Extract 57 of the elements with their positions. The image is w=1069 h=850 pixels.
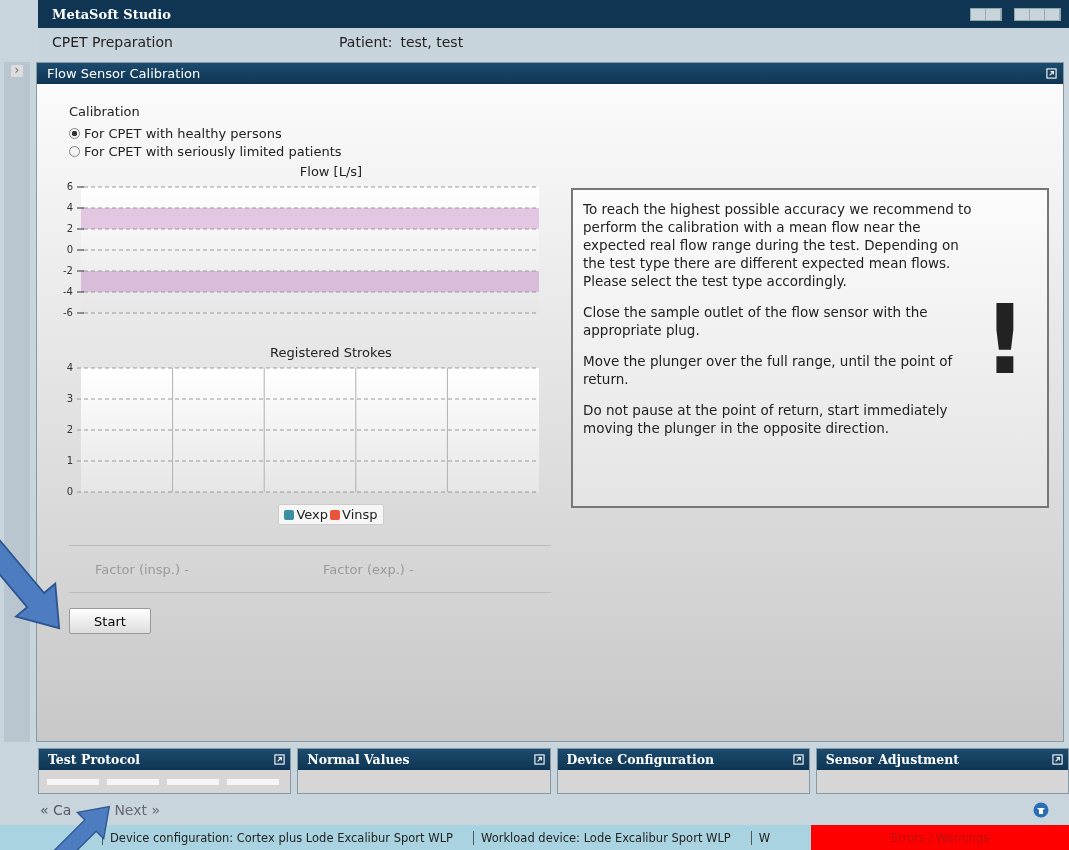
legend-label: Vinsp: [342, 507, 378, 522]
panel-title: Flow Sensor Calibration: [47, 66, 201, 81]
chart-title: Registered Strokes: [270, 345, 392, 360]
collapsed-panel[interactable]: Device Configuration: [556, 748, 810, 794]
collapsed-panel[interactable]: Sensor Adjustment: [815, 748, 1069, 794]
step-bar: [167, 778, 219, 785]
step-bar: [47, 778, 99, 785]
factor-readout: Factor (insp.) -: [95, 561, 190, 577]
factor-readout: Factor (exp.) -: [323, 561, 415, 577]
remote-icon[interactable]: [1033, 801, 1049, 818]
chart-title: Flow [L/s]: [299, 164, 363, 179]
instruction-text: Close the sample outlet of the flow sensor with the appropriate plug.: [583, 303, 929, 339]
panel-title: Test Protocol: [48, 752, 141, 767]
tick-label: -2: [63, 265, 73, 276]
section-title: CPET Preparation: [52, 33, 174, 50]
next-link[interactable]: Next »: [114, 801, 160, 818]
instruction-text: To reach the highest possible accuracy we recommend to perform the calibration with a mean flow near the expected real flow range during the test. Depending on the test type there are different expected mean flows. Please select the test type accordingly.: [583, 200, 973, 290]
radio-option[interactable]: For CPET with seriously limited patients: [69, 142, 551, 160]
popout-icon: [792, 754, 804, 765]
popout-icon: [1052, 754, 1063, 765]
tick-label: 2: [66, 424, 73, 435]
status-text: Workload device: Lode Excalibur Sport WLP: [473, 830, 751, 845]
patient-name: test, test: [400, 33, 464, 50]
expand-icon[interactable]: ›: [11, 65, 23, 77]
calibration-label: Calibration: [69, 104, 141, 119]
tick-label: 4: [66, 202, 73, 213]
panel-title: Normal Values: [307, 752, 410, 767]
popout-icon: [533, 754, 545, 765]
step-bar: [107, 778, 159, 785]
tick-label: -4: [63, 286, 73, 297]
help-controls[interactable]: [970, 7, 1002, 21]
radio-option[interactable]: For CPET with healthy persons: [69, 124, 551, 142]
tick-label: -6: [63, 307, 73, 318]
cancel-link[interactable]: « Ca: [40, 801, 72, 818]
popout-icon: [1046, 68, 1057, 79]
tick-label: 3: [66, 393, 73, 404]
popout-icon: [274, 754, 286, 765]
tick-label: 1: [66, 455, 73, 466]
tick-label: 2: [66, 223, 73, 234]
tick-label: 0: [66, 486, 73, 497]
instruction-text: Do not pause at the point of return, start immediately moving the plunger in the opposite direction.: [583, 401, 949, 437]
start-button[interactable]: Start: [69, 608, 151, 634]
panel-title: Sensor Adjustment: [825, 752, 960, 767]
tick-label: 6: [66, 181, 73, 192]
patient-label: Patient:: [339, 33, 393, 50]
warning-mark: !: [983, 292, 1027, 398]
instruction-text: Move the plunger over the full range, until the point of return.: [583, 352, 954, 388]
collapsed-panel[interactable]: Normal Values: [297, 748, 551, 794]
legend-label: Vexp: [296, 507, 329, 522]
step-bar: [227, 778, 279, 785]
status-text: W: [750, 830, 791, 845]
tick-label: 0: [66, 244, 73, 255]
app-title: MetaSoft Studio: [52, 6, 171, 22]
collapsed-panel[interactable]: Test Protocol: [38, 748, 292, 794]
tick-label: 4: [66, 362, 73, 373]
panel-title: Device Configuration: [566, 752, 715, 767]
window-controls[interactable]: [1014, 7, 1061, 21]
